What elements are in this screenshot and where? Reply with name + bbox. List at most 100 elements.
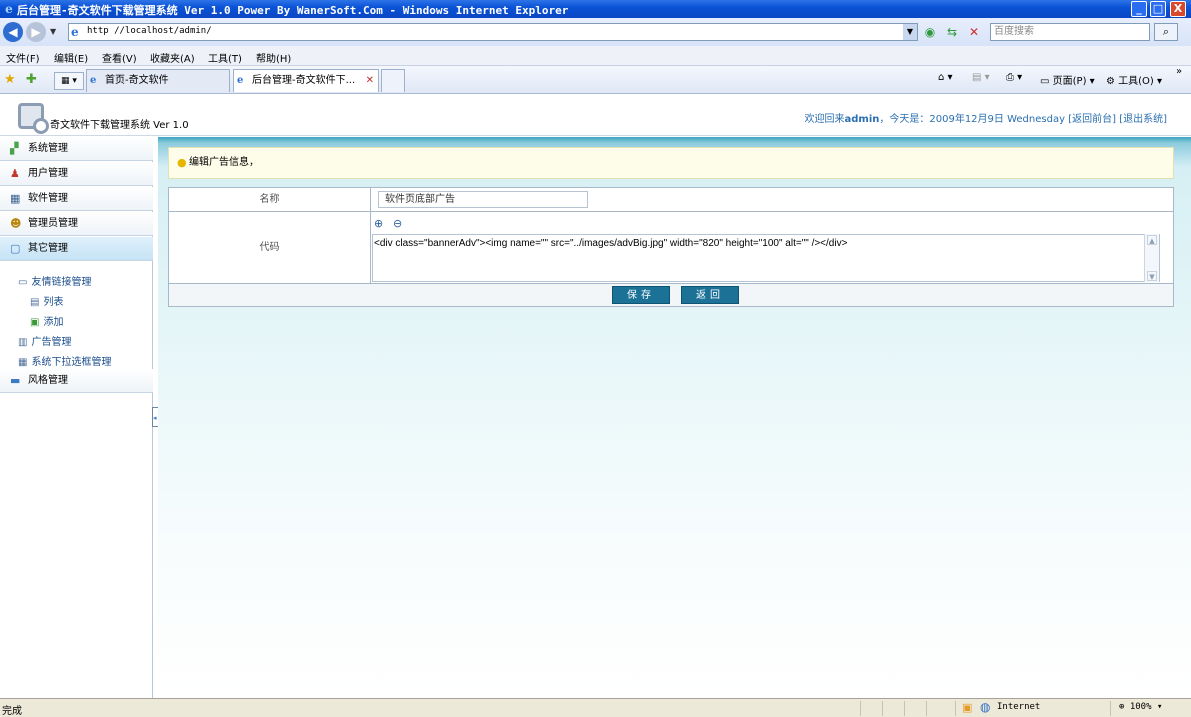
name-input[interactable]: 软件页底部广告: [378, 191, 588, 208]
sidebar-item-label: 系统管理: [28, 143, 68, 154]
name-label: 名称: [169, 188, 371, 211]
zoom-out-icon[interactable]: ⊖: [393, 217, 402, 230]
list-icon: ▤: [30, 297, 40, 308]
menu-edit[interactable]: 编辑(E): [54, 50, 88, 65]
search-input[interactable]: 百度搜索: [990, 23, 1150, 41]
logout-link[interactable]: [退出系统]: [1119, 114, 1167, 125]
address-input[interactable]: e http //localhost/admin/ ▼: [68, 23, 918, 41]
tab-label: 后台管理-奇文软件下...: [252, 75, 356, 86]
status-divider: [904, 701, 905, 716]
maximize-button[interactable]: □: [1150, 1, 1166, 17]
address-bar-row: ◀ ▶ ▼ e http //localhost/admin/ ▼ ◉ ⇆ ✕ …: [0, 18, 1191, 46]
welcome-text: 欢迎回来admin，今天是：2009年12月9日 Wednesday [返回前台…: [805, 110, 1168, 125]
menu-view[interactable]: 查看(V): [102, 50, 137, 65]
sub-item-dropdown[interactable]: ▦ 系统下拉选框管理: [18, 353, 111, 368]
zone-label: Internet: [997, 702, 1041, 712]
sidebar-item-style[interactable]: ▬ 风格管理: [0, 369, 153, 393]
address-dropdown-icon[interactable]: ▼: [903, 24, 917, 40]
search-icon[interactable]: ⌕: [1154, 23, 1178, 41]
page-menu[interactable]: ▭ 页面(P) ▾: [1040, 72, 1095, 87]
grid-icon: ▦: [10, 192, 21, 205]
sub-item-links[interactable]: ▭ 友情链接管理: [18, 273, 91, 288]
scroll-down-icon[interactable]: ▼: [1147, 271, 1157, 281]
compat-shield-icon[interactable]: ◉: [922, 24, 938, 40]
ads-icon: ▥: [18, 337, 28, 348]
sidebar-item-users[interactable]: ♟ 用户管理: [0, 162, 153, 186]
sidebar-item-label: 风格管理: [28, 375, 68, 386]
lightbulb-icon: ●: [177, 156, 187, 169]
app-header: 奇文软件下载管理系统 Ver 1.0 欢迎回来admin，今天是：2009年12…: [0, 94, 1191, 136]
tab-home[interactable]: e 首页-奇文软件: [86, 69, 230, 92]
code-scrollbar[interactable]: ▲ ▼: [1144, 234, 1159, 282]
save-button[interactable]: 保存: [612, 286, 670, 304]
add-icon: ▣: [30, 317, 40, 328]
minimize-button[interactable]: _: [1131, 1, 1147, 17]
return-front-link[interactable]: [返回前台]: [1068, 114, 1116, 125]
print-icon[interactable]: ⎙ ▾: [1006, 72, 1022, 83]
close-button[interactable]: X: [1170, 1, 1186, 17]
sidebar-item-software[interactable]: ▦ 软件管理: [0, 187, 153, 211]
new-tab-button[interactable]: [381, 69, 405, 92]
sub-item-list[interactable]: ▤ 列表: [30, 293, 63, 308]
menu-file[interactable]: 文件(F): [6, 50, 40, 65]
tools-menu[interactable]: ⚙ 工具(O) ▾: [1106, 72, 1162, 87]
toolbar-overflow-icon[interactable]: »: [1176, 66, 1182, 77]
form-row-buttons: 保存 返回: [169, 284, 1173, 306]
sub-item-label: 添加: [43, 317, 64, 328]
status-text: 完成: [2, 706, 22, 717]
status-divider: [1110, 701, 1111, 716]
page-menu-label: 页面(P): [1052, 76, 1087, 87]
tabs-row: ★ ✚ ▦ ▾ e 首页-奇文软件 e 后台管理-奇文软件下... ✕ ⌂ ▾ …: [0, 66, 1191, 94]
history-dropdown-icon[interactable]: ▼: [50, 27, 56, 36]
protected-mode-icon[interactable]: ▣: [962, 701, 972, 714]
code-label: 代码: [169, 212, 371, 283]
scroll-up-icon[interactable]: ▲: [1147, 235, 1157, 245]
tab-admin[interactable]: e 后台管理-奇文软件下... ✕: [233, 69, 379, 92]
sidebar-item-admins[interactable]: ☻ 管理员管理: [0, 212, 153, 236]
sub-item-label: 列表: [43, 297, 64, 308]
sidebar-item-system[interactable]: ▞ 系统管理: [0, 137, 153, 161]
ie-logo-icon: e: [5, 2, 13, 16]
zoom-in-icon[interactable]: ⊕: [374, 217, 383, 230]
notice-text: 编辑广告信息，: [189, 157, 259, 168]
menu-tools[interactable]: 工具(T): [208, 50, 242, 65]
refresh-icon[interactable]: ⇆: [944, 24, 960, 40]
sub-item-ads[interactable]: ▥ 广告管理: [18, 333, 71, 348]
admin-icon: ☻: [10, 217, 22, 230]
menu-bar: 文件(F) 编辑(E) 查看(V) 收藏夹(A) 工具(T) 帮助(H): [0, 46, 1191, 66]
status-divider: [860, 701, 861, 716]
sub-item-label: 系统下拉选框管理: [31, 357, 112, 368]
stop-icon[interactable]: ✕: [966, 24, 982, 40]
main-panel: ● 编辑广告信息， 名称 软件页底部广告 代码 ⊕ ⊖ <div class="…: [158, 137, 1191, 698]
home-icon[interactable]: ⌂ ▾: [938, 72, 953, 83]
menu-favorites[interactable]: 收藏夹(A): [150, 50, 195, 65]
page-content: 奇文软件下载管理系统 Ver 1.0 欢迎回来admin，今天是：2009年12…: [0, 94, 1191, 698]
zoom-value: 100%: [1129, 702, 1152, 712]
back-button-form[interactable]: 返回: [681, 286, 739, 304]
code-textarea[interactable]: <div class="bannerAdv"><img name="" src=…: [372, 234, 1160, 282]
sidebar-item-label: 其它管理: [28, 243, 68, 254]
tab-ie-icon: e: [237, 75, 244, 86]
notice-bar: ● 编辑广告信息，: [168, 147, 1174, 179]
forward-button[interactable]: ▶: [26, 22, 46, 42]
tools-menu-label: 工具(O): [1118, 76, 1154, 87]
dropdown-icon: ▦: [18, 357, 28, 368]
status-divider: [882, 701, 883, 716]
feeds-icon[interactable]: ▤ ▾: [972, 72, 990, 83]
username: admin: [844, 114, 880, 125]
edit-ad-form: 名称 软件页底部广告 代码 ⊕ ⊖ <div class="bannerAdv"…: [168, 187, 1174, 307]
sidebar: ▞ 系统管理 ♟ 用户管理 ▦ 软件管理 ☻ 管理员管理 ▢ 其它管理 ▭ 友情链…: [0, 137, 153, 698]
favorites-star-icon[interactable]: ★: [4, 72, 16, 87]
tab-close-icon[interactable]: ✕: [366, 70, 374, 92]
sidebar-item-label: 管理员管理: [28, 218, 78, 229]
back-button[interactable]: ◀: [3, 22, 23, 42]
sidebar-item-other[interactable]: ▢ 其它管理: [0, 237, 153, 261]
tab-ie-icon: e: [90, 75, 97, 86]
quick-tabs-button[interactable]: ▦ ▾: [54, 72, 84, 90]
menu-help[interactable]: 帮助(H): [256, 50, 291, 65]
add-favorite-icon[interactable]: ✚: [26, 72, 37, 87]
zoom-level[interactable]: ⊕ 100% ▾: [1119, 702, 1162, 712]
sub-item-add[interactable]: ▣ 添加: [30, 313, 63, 328]
users-icon: ♟: [10, 167, 20, 180]
sub-item-label: 友情链接管理: [31, 277, 92, 288]
